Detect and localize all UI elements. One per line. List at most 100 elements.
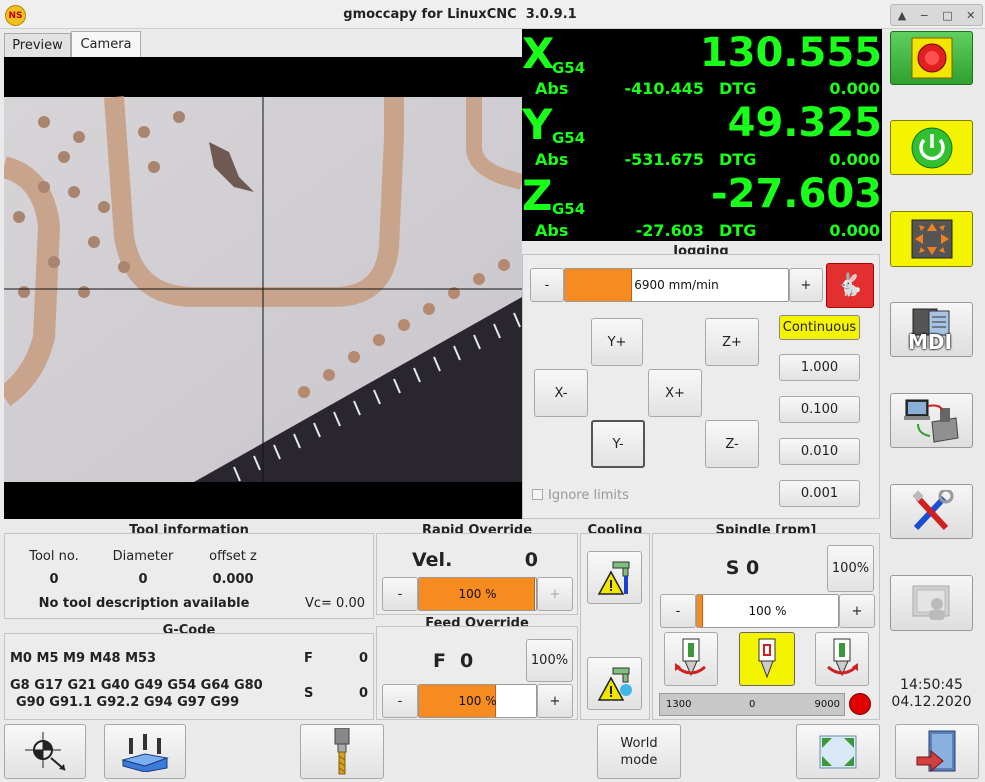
roll-up-icon[interactable]: ▲: [898, 9, 906, 22]
y-dtg-label: DTG: [719, 150, 757, 169]
rapid-minus-button[interactable]: -: [382, 577, 418, 611]
machine-power-button[interactable]: [890, 120, 973, 175]
exit-button[interactable]: [895, 724, 979, 779]
spindle-ccw-icon: [827, 638, 858, 677]
jog-y-minus-button[interactable]: Y-: [591, 420, 645, 468]
active-gcodes-line1: G8 G17 G21 G40 G49 G54 G64 G80: [10, 678, 263, 693]
rapid-override-bar[interactable]: 100 %: [418, 577, 537, 611]
ignore-limits-checkbox[interactable]: [532, 489, 543, 500]
auto-mode-button[interactable]: [890, 393, 973, 448]
z-axis-letter[interactable]: Z: [522, 175, 552, 217]
camera-view[interactable]: [4, 57, 522, 519]
z-dtg-value: 0.000: [829, 221, 880, 240]
y-dtg-value: 0.000: [829, 150, 880, 169]
minimize-icon[interactable]: −: [920, 9, 929, 22]
x-dtg-label: DTG: [719, 79, 757, 98]
increment-0-01[interactable]: 0.010: [779, 438, 860, 465]
velocity-label: Vel.: [412, 549, 453, 571]
tool-description: No tool description available: [38, 596, 250, 611]
feed-override-percent: 100 %: [458, 694, 497, 708]
jog-z-plus-button[interactable]: Z+: [705, 318, 759, 366]
gauge-mid: 0: [749, 699, 756, 710]
rapid-override-percent: 100 %: [458, 587, 497, 601]
z-abs-label: Abs: [535, 221, 569, 240]
maximize-icon[interactable]: □: [942, 9, 952, 22]
tool-icon: [334, 727, 350, 774]
spindle-at-speed-led: [849, 693, 871, 715]
jog-x-minus-button[interactable]: X-: [534, 369, 588, 417]
emergency-stop-button[interactable]: [890, 31, 973, 85]
emergency-stop-icon: [911, 37, 952, 79]
spindle-minus-button[interactable]: -: [660, 594, 696, 628]
fullscreen-button[interactable]: [796, 724, 880, 779]
jog-z-minus-button[interactable]: Z-: [705, 420, 759, 468]
jog-speed-value: 6900: [634, 278, 665, 292]
speed-value: 0: [358, 686, 368, 701]
x-axis-letter[interactable]: X: [522, 33, 554, 75]
exit-door-icon: [916, 730, 956, 772]
jog-speed-bar[interactable]: 6900 mm/min: [564, 268, 789, 302]
feed-minus-button[interactable]: -: [382, 684, 418, 718]
speed-label: S: [304, 686, 314, 701]
touch-off-button[interactable]: [104, 724, 186, 779]
increment-1[interactable]: 1.000: [779, 354, 860, 381]
home-button[interactable]: [4, 724, 86, 779]
manual-mode-button[interactable]: [890, 211, 973, 267]
user-tabs-icon: [912, 585, 949, 620]
spindle-stop-button[interactable]: [739, 632, 795, 686]
x-abs-value: -410.445: [624, 79, 704, 98]
feed-override-bar[interactable]: 100 %: [418, 684, 537, 718]
turtle-rabbit-toggle[interactable]: 🐇: [826, 263, 874, 308]
tab-preview[interactable]: Preview: [4, 33, 71, 57]
feed-plus-button[interactable]: +: [537, 684, 573, 718]
mdi-mode-button[interactable]: MDI: [890, 302, 973, 357]
app-logo-icon: NS: [5, 5, 26, 26]
spindle-override-bar[interactable]: 100 %: [696, 594, 839, 628]
jog-y-plus-button[interactable]: Y+: [591, 318, 643, 366]
tab-camera[interactable]: Camera: [71, 31, 141, 57]
x-axis-value[interactable]: 130.555: [602, 32, 882, 74]
increment-0-1[interactable]: 0.100: [779, 396, 860, 423]
spindle-reverse-button[interactable]: [815, 632, 869, 686]
increment-0-001[interactable]: 0.001: [779, 480, 860, 507]
flood-coolant-button[interactable]: [587, 551, 642, 604]
world-mode-label: World mode: [620, 735, 658, 768]
user-tabs-button[interactable]: [890, 575, 973, 631]
rapid-plus-button[interactable]: +: [537, 577, 573, 611]
y-abs-value: -531.675: [624, 150, 704, 169]
velocity-value: 0: [524, 549, 538, 571]
offset-z-value: 0.000: [212, 572, 254, 587]
y-axis-letter[interactable]: Y: [522, 104, 552, 146]
cutting-speed: Vc= 0.00: [304, 596, 365, 611]
z-abs-value: -27.603: [635, 221, 704, 240]
x-coord-system: G54: [552, 59, 586, 77]
active-mcodes: M0 M5 M9 M48 M53: [10, 651, 157, 666]
y-axis-value[interactable]: 49.325: [602, 102, 882, 144]
increment-continuous[interactable]: Continuous: [779, 315, 860, 340]
clock-date: 04.12.2020: [891, 694, 972, 710]
z-axis-value[interactable]: -27.603: [602, 173, 882, 215]
spindle-plus-button[interactable]: +: [839, 594, 875, 628]
z-dtg-label: DTG: [719, 221, 757, 240]
feed-reset-button[interactable]: 100%: [526, 639, 573, 682]
z-coord-system: G54: [552, 200, 586, 218]
power-icon: [911, 127, 952, 168]
jog-x-plus-button[interactable]: X+: [648, 369, 702, 417]
spindle-speed-display: S 0: [725, 557, 760, 579]
auto-mode-icon: [903, 399, 959, 443]
jog-speed-plus-button[interactable]: +: [789, 268, 823, 302]
feed-override-value: 0: [460, 650, 474, 672]
ignore-limits-label: Ignore limits: [548, 488, 629, 503]
tool-button[interactable]: [300, 724, 384, 779]
active-gcodes-line2: G90 G91.1 G92.2 G94 G97 G99: [16, 695, 240, 710]
window-title: gmoccapy for LinuxCNC 3.0.9.1: [343, 7, 577, 22]
jog-speed-minus-button[interactable]: -: [530, 268, 564, 302]
settings-button[interactable]: [890, 484, 973, 539]
gauge-min: 1300: [666, 699, 692, 710]
spindle-forward-button[interactable]: [664, 632, 718, 686]
touch-off-icon: [121, 733, 169, 772]
world-mode-button[interactable]: World mode: [597, 724, 681, 779]
spindle-reset-button[interactable]: 100%: [827, 545, 874, 592]
close-icon[interactable]: ✕: [966, 9, 975, 22]
mist-coolant-button[interactable]: [587, 657, 642, 710]
